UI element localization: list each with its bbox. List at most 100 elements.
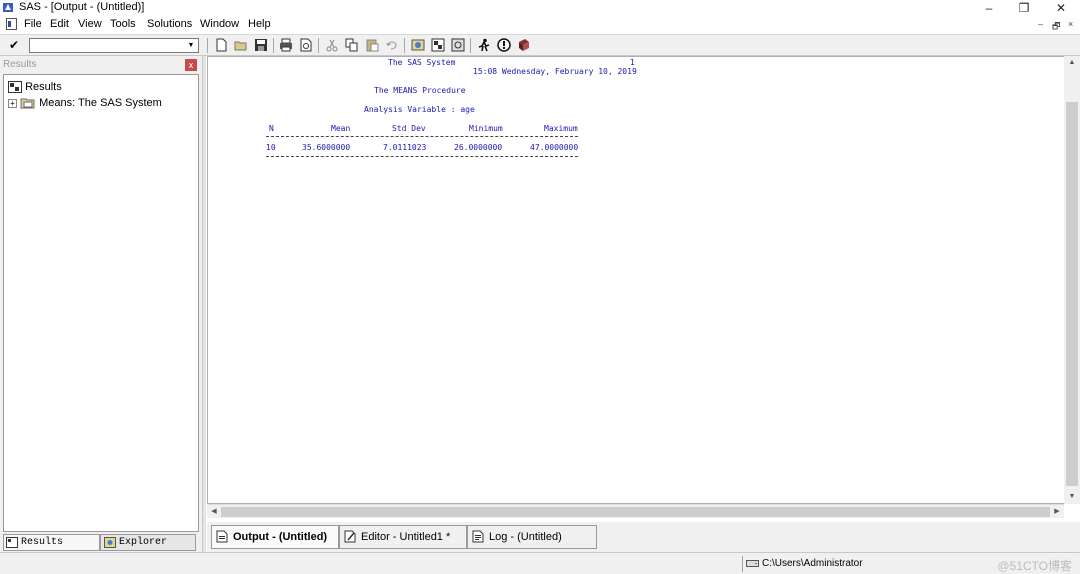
tab-log[interactable]: Log - (Untitled) (467, 525, 597, 549)
table-header-n: N (269, 124, 274, 133)
new-icon[interactable] (214, 38, 228, 52)
explorer-icon (104, 537, 116, 548)
mdi-minimize-button[interactable]: – (1038, 19, 1043, 29)
mdi-close-button[interactable]: × (1068, 19, 1073, 29)
document-icon[interactable] (6, 18, 17, 30)
close-button[interactable]: ✕ (1043, 0, 1079, 16)
tab-explorer[interactable]: Explorer (100, 534, 196, 551)
current-folder[interactable]: C:\Users\Administrator (742, 556, 972, 572)
toolbar-separator (318, 38, 319, 53)
pane-splitter[interactable] (202, 56, 206, 552)
results-icon (6, 537, 18, 548)
paste-icon[interactable] (365, 38, 379, 52)
copy-icon[interactable] (345, 38, 359, 52)
menu-help[interactable]: Help (248, 18, 271, 30)
scroll-up-icon[interactable]: ▲ (1064, 56, 1080, 70)
menu-edit[interactable]: Edit (50, 18, 69, 30)
table-header-minimum: Minimum (469, 124, 503, 133)
minimize-button[interactable]: – (971, 0, 1007, 16)
current-folder-path: C:\Users\Administrator (762, 558, 863, 569)
print-preview-icon[interactable] (299, 38, 313, 52)
tab-label: Results (21, 537, 64, 548)
table-cell-minimum: 26.0000000 (454, 143, 503, 152)
output-icon (216, 530, 228, 543)
command-box[interactable]: ▼ (29, 38, 199, 53)
watermark: @51CTO博客 (997, 559, 1072, 573)
checkmark-icon[interactable]: ✔ (9, 38, 19, 52)
tab-editor[interactable]: Editor - Untitled1 * (339, 525, 467, 549)
explorer-icon[interactable] (411, 38, 425, 52)
output-system-title: The SAS System (388, 58, 456, 67)
left-pane-tabs: Results Explorer (0, 534, 202, 552)
results-icon (8, 81, 22, 94)
table-cell-mean: 35.6000000 (302, 143, 351, 152)
results-tree: Results + Means: The SAS System (3, 74, 199, 532)
expand-icon[interactable]: + (8, 98, 17, 108)
table-rule-top (266, 136, 578, 137)
run-icon[interactable] (477, 38, 491, 52)
tab-label: Editor - Untitled1 * (361, 531, 451, 543)
log-icon (472, 530, 484, 543)
horizontal-scrollbar[interactable]: ◀ ▶ (207, 504, 1064, 518)
table-header-mean: Mean (331, 124, 351, 133)
table-header-maximum: Maximum (544, 124, 578, 133)
drive-icon (746, 560, 759, 567)
tab-label: Explorer (119, 537, 168, 548)
chevron-down-icon[interactable]: ▼ (185, 40, 197, 51)
mdi-restore-button[interactable]: 🗗 (1052, 19, 1060, 35)
tab-output[interactable]: Output - (Untitled) (211, 525, 339, 549)
menu-view[interactable]: View (78, 18, 102, 30)
vertical-scroll-thumb[interactable] (1066, 102, 1078, 486)
toolbar-separator (404, 38, 405, 53)
toolbar-separator (207, 38, 208, 53)
results-pane-header: Results x (0, 58, 200, 72)
open-icon[interactable] (234, 38, 248, 52)
output-icon[interactable] (451, 38, 465, 52)
menu-tools[interactable]: Tools (110, 18, 136, 30)
toolbar-separator (273, 38, 274, 53)
vertical-scrollbar[interactable]: ▲ ▼ (1064, 56, 1080, 504)
menu-window[interactable]: Window (200, 18, 239, 30)
results-pane: Results x Results + Means: The SAS Syste… (0, 56, 202, 552)
tree-item-label: Results (25, 81, 62, 93)
output-timestamp: 15:08 Wednesday, February 10, 2019 (473, 67, 637, 76)
output-procedure-title: The MEANS Procedure (374, 86, 466, 95)
table-cell-n: 10 (266, 143, 276, 152)
tab-results[interactable]: Results (3, 534, 100, 551)
toolbar-separator (470, 38, 471, 53)
tab-label: Log - (Untitled) (489, 531, 562, 543)
results-pane-title: Results (3, 59, 37, 70)
toolbar: ✔ ▼ (0, 34, 1080, 56)
folder-icon (20, 98, 35, 109)
table-header-stddev: Std Dev (392, 124, 426, 133)
tree-item-label: Means: The SAS System (39, 97, 162, 109)
help-icon[interactable] (497, 38, 511, 52)
close-pane-button[interactable]: x (185, 59, 197, 71)
editor-icon (344, 530, 356, 543)
scroll-down-icon[interactable]: ▼ (1064, 490, 1080, 504)
menu-bar: File Edit View Tools Solutions Window He… (0, 16, 1080, 34)
table-cell-maximum: 47.0000000 (530, 143, 579, 152)
menu-solutions[interactable]: Solutions (147, 18, 192, 30)
tree-item-means[interactable]: + Means: The SAS System (8, 97, 162, 112)
scroll-right-icon[interactable]: ▶ (1050, 505, 1064, 519)
cut-icon[interactable] (325, 38, 339, 52)
save-icon[interactable] (254, 38, 268, 52)
restore-button[interactable]: ❐ (1006, 0, 1042, 16)
menu-file[interactable]: File (24, 18, 42, 30)
output-window[interactable]: The SAS System 1 15:08 Wednesday, Februa… (207, 56, 1064, 504)
print-icon[interactable] (279, 38, 293, 52)
horizontal-scroll-thumb[interactable] (221, 507, 1050, 517)
title-bar: SAS - [Output - (Untitled)] – ❐ ✕ (0, 0, 1080, 16)
undo-icon[interactable] (385, 38, 399, 52)
tree-item-results[interactable]: Results (8, 81, 62, 96)
table-cell-stddev: 7.0111023 (383, 143, 427, 152)
table-rule-bottom (266, 156, 578, 157)
scroll-left-icon[interactable]: ◀ (207, 505, 221, 519)
status-bar: C:\Users\Administrator @51CTO博客 (0, 552, 1080, 574)
output-analysis-variable: Analysis Variable : age (364, 105, 475, 114)
window-title: SAS - [Output - (Untitled)] (19, 1, 145, 13)
sas-docs-icon[interactable] (517, 38, 531, 52)
results-icon[interactable] (431, 38, 445, 52)
window-tab-bar: Output - (Untitled) Editor - Untitled1 *… (207, 522, 1080, 552)
